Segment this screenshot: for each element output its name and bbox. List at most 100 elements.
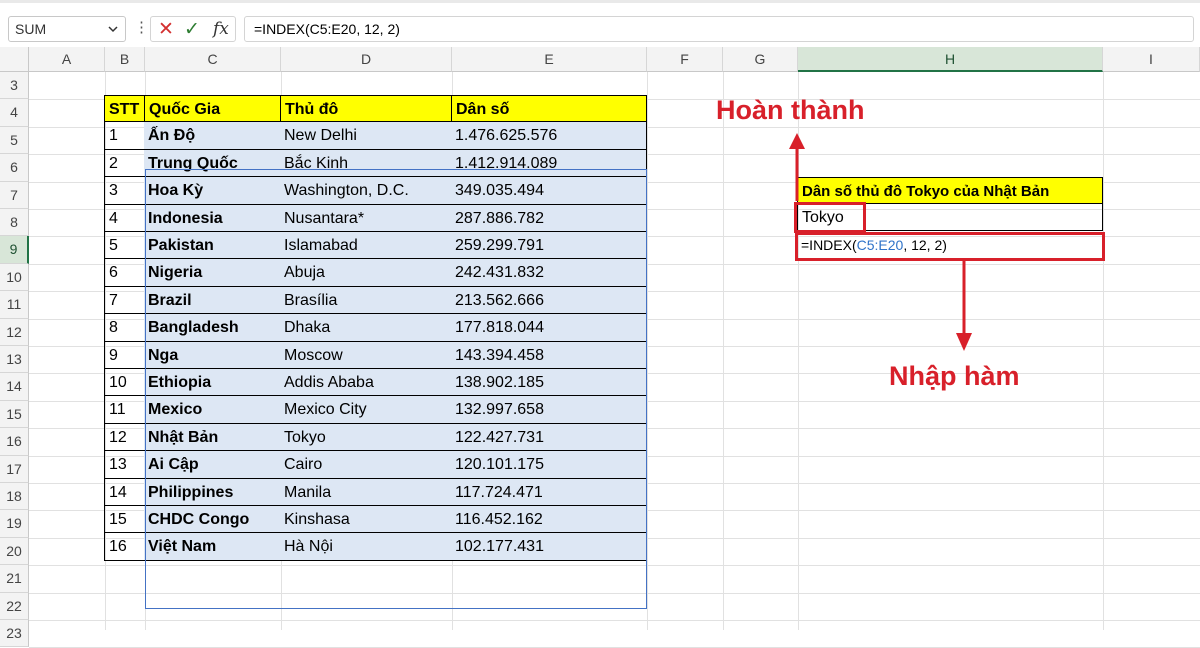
table-cell-capital[interactable]: Tokyo <box>280 423 452 452</box>
table-cell-capital[interactable]: Abuja <box>280 259 452 287</box>
column-header-i[interactable]: I <box>1103 47 1200 72</box>
table-cell-capital[interactable]: Brasília <box>280 286 452 315</box>
table-cell-population[interactable]: 120.101.175 <box>451 451 647 479</box>
table-cell-country[interactable]: Nhật Bản <box>144 423 281 452</box>
table-cell-capital[interactable]: Moscow <box>280 341 452 369</box>
row-header-9[interactable]: 9 <box>0 236 29 264</box>
table-cell-population[interactable]: 213.562.666 <box>451 286 647 315</box>
column-header-h[interactable]: H <box>798 47 1103 72</box>
table-cell-population[interactable]: 1.412.914.089 <box>451 149 647 178</box>
table-cell-stt[interactable]: 5 <box>104 232 145 260</box>
vertical-dots-icon[interactable]: ⋮ <box>134 18 149 36</box>
table-cell-population[interactable]: 143.394.458 <box>451 341 647 369</box>
row-header-14[interactable]: 14 <box>0 373 29 401</box>
row-header-16[interactable]: 16 <box>0 428 29 456</box>
table-cell-population[interactable]: 242.431.832 <box>451 259 647 287</box>
lookup-header[interactable]: Dân số thủ đô Tokyo của Nhật Bản <box>797 177 1103 204</box>
row-header-11[interactable]: 11 <box>0 291 29 319</box>
table-cell-population[interactable]: 122.427.731 <box>451 423 647 452</box>
row-header-8[interactable]: 8 <box>0 209 29 237</box>
table-cell-stt[interactable]: 2 <box>104 149 145 178</box>
table-cell-stt[interactable]: 16 <box>104 533 145 561</box>
table-cell-stt[interactable]: 11 <box>104 396 145 424</box>
table-cell-country[interactable]: Hoa Kỳ <box>144 177 281 205</box>
table-cell-country[interactable]: Bangladesh <box>144 314 281 342</box>
table-cell-country[interactable]: Nigeria <box>144 259 281 287</box>
table-cell-country[interactable]: Philippines <box>144 478 281 506</box>
table-cell-country[interactable]: Nga <box>144 341 281 369</box>
row-header-5[interactable]: 5 <box>0 126 29 155</box>
table-cell-stt[interactable]: 8 <box>104 314 145 342</box>
row-header-19[interactable]: 19 <box>0 510 29 538</box>
table-cell-capital[interactable]: Cairo <box>280 451 452 479</box>
table-cell-country[interactable]: Việt Nam <box>144 533 281 561</box>
column-header-d[interactable]: D <box>281 47 452 72</box>
table-cell-stt[interactable]: 14 <box>104 478 145 506</box>
table-cell-country[interactable]: Ai Cập <box>144 451 281 479</box>
row-header-23[interactable]: 23 <box>0 620 29 648</box>
row-header-22[interactable]: 22 <box>0 592 29 620</box>
table-cell-stt[interactable]: 3 <box>104 177 145 205</box>
row-header-3[interactable]: 3 <box>0 72 29 100</box>
table-header-population[interactable]: Dân số <box>451 95 647 122</box>
name-box[interactable]: SUM <box>8 16 126 42</box>
table-cell-population[interactable]: 132.997.658 <box>451 396 647 424</box>
row-header-20[interactable]: 20 <box>0 537 29 566</box>
insert-function-icon[interactable]: fx <box>213 19 229 39</box>
row-header-17[interactable]: 17 <box>0 455 29 483</box>
table-cell-capital[interactable]: Manila <box>280 478 452 506</box>
column-header-c[interactable]: C <box>145 47 281 72</box>
row-header-10[interactable]: 10 <box>0 263 29 292</box>
row-header-12[interactable]: 12 <box>0 318 29 346</box>
enter-icon[interactable]: ✓ <box>184 18 200 41</box>
table-cell-capital[interactable]: Islamabad <box>280 232 452 260</box>
table-cell-capital[interactable]: Washington, D.C. <box>280 177 452 205</box>
table-cell-population[interactable]: 287.886.782 <box>451 204 647 232</box>
column-header-g[interactable]: G <box>723 47 798 72</box>
table-cell-population[interactable]: 259.299.791 <box>451 232 647 260</box>
row-header-18[interactable]: 18 <box>0 483 29 511</box>
table-cell-country[interactable]: Mexico <box>144 396 281 424</box>
column-header-b[interactable]: B <box>105 47 145 72</box>
table-cell-capital[interactable]: Addis Ababa <box>280 369 452 397</box>
table-cell-country[interactable]: CHDC Congo <box>144 506 281 534</box>
row-header-4[interactable]: 4 <box>0 99 29 127</box>
row-header-7[interactable]: 7 <box>0 181 29 209</box>
table-cell-stt[interactable]: 4 <box>104 204 145 232</box>
table-cell-country[interactable]: Indonesia <box>144 204 281 232</box>
table-cell-stt[interactable]: 1 <box>104 122 145 150</box>
table-header-capital[interactable]: Thủ đô <box>280 95 452 122</box>
cancel-icon[interactable]: ✕ <box>158 18 174 41</box>
select-all-corner[interactable] <box>0 47 29 72</box>
row-header-6[interactable]: 6 <box>0 154 29 182</box>
table-cell-stt[interactable]: 12 <box>104 423 145 452</box>
table-cell-capital[interactable]: Mexico City <box>280 396 452 424</box>
table-cell-capital[interactable]: Hà Nội <box>280 533 452 561</box>
table-cell-capital[interactable]: Dhaka <box>280 314 452 342</box>
table-cell-country[interactable]: Trung Quốc <box>144 149 281 178</box>
table-cell-stt[interactable]: 7 <box>104 286 145 315</box>
column-header-f[interactable]: F <box>647 47 723 72</box>
table-cell-country[interactable]: Brazil <box>144 286 281 315</box>
table-cell-population[interactable]: 177.818.044 <box>451 314 647 342</box>
row-header-13[interactable]: 13 <box>0 346 29 374</box>
row-header-15[interactable]: 15 <box>0 400 29 429</box>
table-cell-population[interactable]: 116.452.162 <box>451 506 647 534</box>
row-header-21[interactable]: 21 <box>0 565 29 593</box>
formula-input[interactable]: =INDEX(C5:E20, 12, 2) <box>244 16 1194 42</box>
chevron-down-icon[interactable] <box>107 20 119 41</box>
table-cell-capital[interactable]: Kinshasa <box>280 506 452 534</box>
table-cell-population[interactable]: 117.724.471 <box>451 478 647 506</box>
table-cell-country[interactable]: Ấn Độ <box>144 122 281 150</box>
table-cell-country[interactable]: Pakistan <box>144 232 281 260</box>
table-cell-stt[interactable]: 15 <box>104 506 145 534</box>
table-header-stt[interactable]: STT <box>104 95 145 122</box>
table-cell-population[interactable]: 1.476.625.576 <box>451 122 647 150</box>
table-cell-capital[interactable]: Bắc Kinh <box>280 149 452 178</box>
table-cell-capital[interactable]: New Delhi <box>280 122 452 150</box>
table-cell-stt[interactable]: 9 <box>104 341 145 369</box>
table-header-country[interactable]: Quốc Gia <box>144 95 281 122</box>
column-header-e[interactable]: E <box>452 47 647 72</box>
table-cell-stt[interactable]: 10 <box>104 369 145 397</box>
table-cell-population[interactable]: 349.035.494 <box>451 177 647 205</box>
